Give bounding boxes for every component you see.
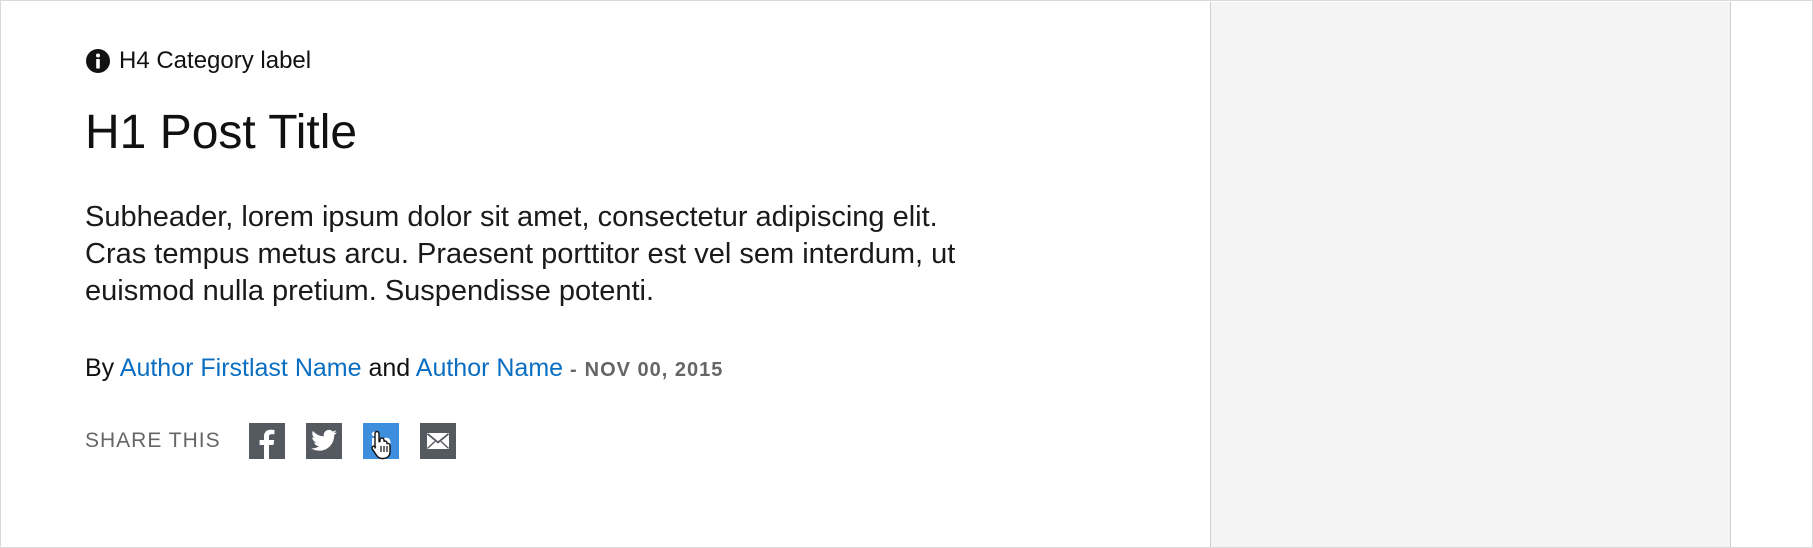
share-facebook-button[interactable]: [249, 423, 285, 459]
category-text: H4 Category label: [119, 47, 312, 74]
byline-by: By: [85, 354, 115, 382]
email-icon: [426, 433, 450, 449]
share-linkedin-button[interactable]: [363, 423, 399, 460]
linkedin-icon: [371, 431, 391, 450]
byline: By Author Firstlast Name and Author Name…: [85, 353, 723, 385]
post-header-card: H4 Category label H1 Post Title Subheade…: [0, 0, 1813, 548]
facebook-icon: [259, 429, 275, 459]
author-link-2[interactable]: Author Name: [416, 354, 563, 382]
share-bar: SHARE THIS: [85, 423, 477, 460]
byline-separator: -: [570, 359, 578, 381]
author-link-1[interactable]: Author Firstlast Name: [120, 354, 362, 382]
byline-and: and: [368, 354, 411, 382]
share-email-button[interactable]: [420, 423, 456, 459]
category-label: H4 Category label: [85, 47, 311, 75]
share-twitter-button[interactable]: [306, 423, 342, 459]
post-title: H1 Post Title: [85, 106, 358, 159]
post-subheader: Subheader, lorem ipsum dolor sit amet, c…: [85, 201, 956, 307]
info-icon: [86, 49, 110, 73]
publish-date: NOV 00, 2015: [584, 359, 724, 381]
share-label: SHARE THIS: [85, 429, 221, 452]
twitter-icon: [311, 429, 337, 451]
image-placeholder: [1210, 2, 1731, 547]
